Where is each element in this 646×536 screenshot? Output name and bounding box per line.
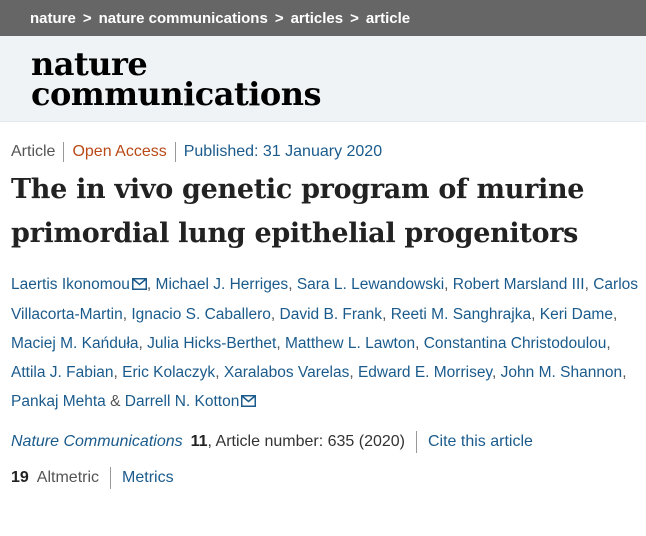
author-link[interactable]: Darrell N. Kotton <box>125 393 240 410</box>
article-title: The in vivo genetic program of murine pr… <box>11 174 585 249</box>
author-link[interactable]: Julia Hicks-Berthet <box>147 335 276 352</box>
author-link[interactable]: Robert Marsland III <box>453 276 585 293</box>
author-separator: , <box>349 364 354 381</box>
altmetric-label: Altmetric <box>36 469 100 486</box>
cite-this-article-link[interactable]: Cite this article <box>428 432 533 452</box>
nature-communications-logo[interactable]: nature communications <box>31 48 646 113</box>
author-link[interactable]: Matthew L. Lawton <box>285 335 415 352</box>
author-link[interactable]: Keri Dame <box>540 306 613 323</box>
breadcrumb-nature-communications[interactable]: nature communications <box>99 10 268 27</box>
logo-line-2: communications <box>31 75 322 113</box>
breadcrumb-separator: > <box>274 9 284 27</box>
author-link[interactable]: John M. Shannon <box>501 364 623 381</box>
author-link[interactable]: Michael J. Herriges <box>156 276 289 293</box>
author-separator: , <box>492 364 497 381</box>
author-separator: , <box>215 364 220 381</box>
author-link[interactable]: Eric Kolaczyk <box>122 364 215 381</box>
author-separator: , <box>584 276 589 293</box>
volume-number: 11 <box>190 433 208 450</box>
author-link[interactable]: Attila J. Fabian <box>11 364 114 381</box>
journal-link[interactable]: Nature Communications <box>11 432 183 452</box>
author-separator: , <box>288 276 293 293</box>
author-link[interactable]: Laertis Ikonomou <box>11 276 130 293</box>
author-link[interactable]: Constantina Christodoulou <box>424 335 607 352</box>
divider <box>110 467 112 489</box>
author-separator: , <box>270 306 276 323</box>
breadcrumb-articles[interactable]: articles <box>291 10 344 27</box>
metrics-link[interactable]: Metrics <box>122 468 174 488</box>
published-date: Published: 31 January 2020 <box>174 142 390 162</box>
metrics-row: 19 Altmetric Metrics <box>11 467 646 489</box>
article-meta: Article Open Access Published: 31 Januar… <box>11 142 646 162</box>
author-separator: , <box>415 335 420 352</box>
author-separator: , <box>138 335 143 352</box>
article-type: Article <box>11 143 56 160</box>
author-link[interactable]: Edward E. Morrisey <box>358 364 492 381</box>
author-separator: , <box>612 306 618 323</box>
divider <box>415 431 417 453</box>
breadcrumb-separator: > <box>82 9 92 27</box>
author-separator: , <box>276 335 281 352</box>
author-link[interactable]: Sara L. Lewandowski <box>297 276 444 293</box>
open-access-label: Open Access <box>63 142 174 162</box>
author-list: Laertis Ikonomou, Michael J. Herriges, S… <box>11 270 646 417</box>
author-separator: , <box>146 276 152 293</box>
mail-icon[interactable] <box>131 271 147 300</box>
citation-row: Nature Communications 11 , Article numbe… <box>11 431 646 453</box>
breadcrumb-nature[interactable]: nature <box>30 10 76 27</box>
author-link[interactable]: Pankaj Mehta <box>11 393 106 410</box>
author-link[interactable]: David B. Frank <box>280 306 383 323</box>
article-number: , Article number: 635 (2020) <box>207 433 405 450</box>
breadcrumb-article: article <box>365 9 411 27</box>
author-separator: , <box>113 364 118 381</box>
author-separator: , <box>606 335 611 352</box>
breadcrumb-separator: > <box>350 9 359 27</box>
article-header: Article Open Access Published: 31 Januar… <box>0 142 646 489</box>
author-separator: , <box>444 276 449 293</box>
author-separator: , <box>531 306 536 323</box>
masthead: nature communications <box>0 36 646 122</box>
mail-icon[interactable] <box>241 388 257 417</box>
author-separator: , <box>382 306 387 323</box>
author-separator: , <box>622 364 627 381</box>
author-link[interactable]: Reeti M. Sanghrajka <box>391 306 531 323</box>
author-separator: , <box>122 306 128 323</box>
altmetric-count: 19 <box>11 469 29 486</box>
author-ampersand: & <box>110 393 121 410</box>
author-link[interactable]: Ignacio S. Caballero <box>131 306 271 323</box>
author-link[interactable]: Maciej M. Kańduła <box>11 335 139 352</box>
breadcrumb: nature > nature communications > article… <box>0 0 646 36</box>
author-link[interactable]: Xaralabos Varelas <box>224 364 350 381</box>
